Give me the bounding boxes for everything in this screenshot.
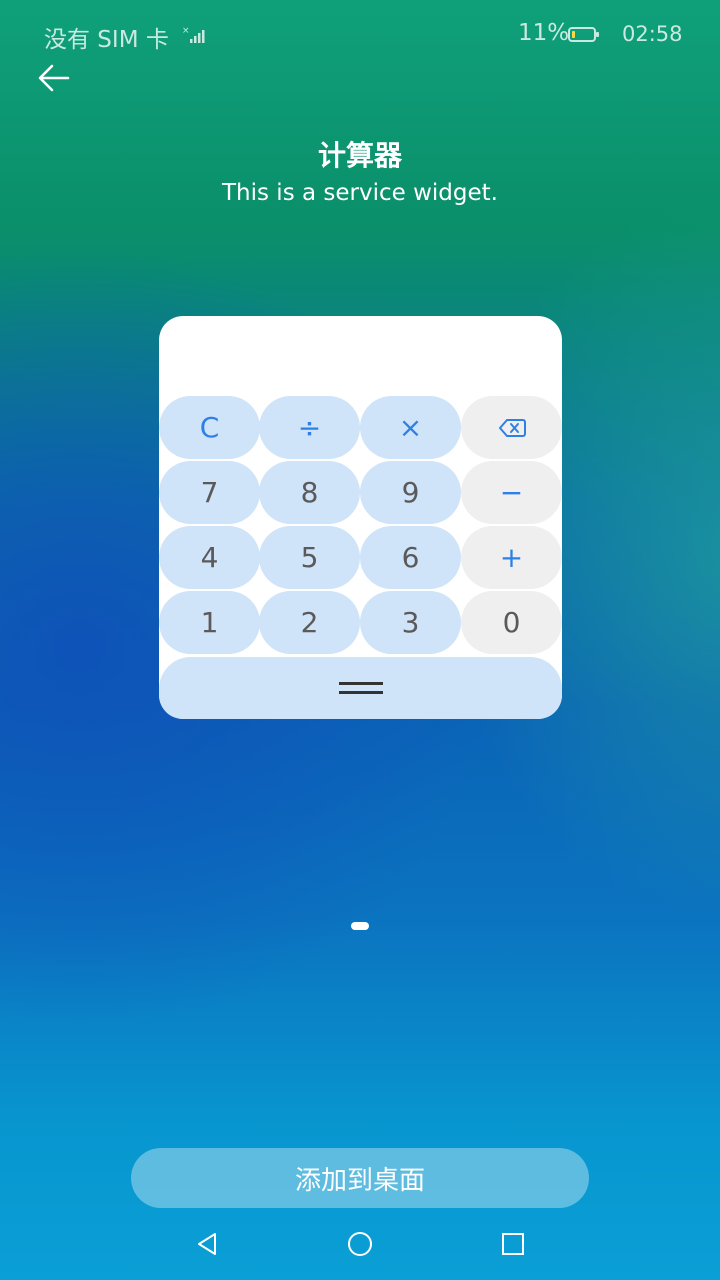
- signal-icon: ×: [182, 26, 205, 43]
- key-clear-button[interactable]: C: [159, 396, 260, 459]
- svg-text:×: ×: [182, 26, 190, 36]
- clock: 02:58: [622, 22, 683, 46]
- key-digit-7-button[interactable]: 7: [159, 461, 260, 524]
- calculator-widget: C ÷ × 7 8 9 − 4 5 6 +1 2 3 0: [159, 316, 562, 719]
- key-label: 9: [401, 476, 420, 509]
- key-label: ÷: [297, 411, 322, 444]
- key-label: 2: [300, 606, 319, 639]
- key-digit-6-button[interactable]: 6: [360, 526, 461, 589]
- calculator-display: [159, 316, 562, 396]
- battery-percent: 11%: [518, 20, 570, 46]
- key-digit-4-button[interactable]: 4: [159, 526, 260, 589]
- key-label: 6: [401, 541, 420, 574]
- key-digit-1-button[interactable]: 1: [159, 591, 260, 654]
- recents-square-icon[interactable]: [497, 1228, 529, 1260]
- page-indicator: [351, 922, 369, 930]
- key-digit-8-button[interactable]: 8: [259, 461, 360, 524]
- key-label: 3: [401, 606, 420, 639]
- key-label: +: [499, 541, 524, 574]
- battery-icon: [568, 27, 599, 42]
- backspace-icon: [498, 418, 526, 437]
- page-subtitle: This is a service widget.: [222, 180, 498, 206]
- back-arrow-icon[interactable]: [36, 60, 72, 96]
- key-label: C: [199, 411, 220, 444]
- key-minus-button[interactable]: −: [461, 461, 562, 524]
- key-label: ×: [398, 411, 423, 444]
- key-label: −: [499, 476, 524, 509]
- back-triangle-icon[interactable]: [191, 1228, 223, 1260]
- equals-button[interactable]: [159, 657, 562, 719]
- equals-icon: [338, 682, 383, 694]
- key-backspace-button[interactable]: [461, 396, 562, 459]
- key-label: 8: [300, 476, 319, 509]
- key-divide-button[interactable]: ÷: [259, 396, 360, 459]
- page-title: 计算器: [317, 139, 402, 172]
- sim-status: 没有 SIM 卡: [44, 27, 169, 53]
- key-digit-3-button[interactable]: 3: [360, 591, 461, 654]
- key-plus-button[interactable]: +: [461, 526, 562, 589]
- key-multiply-button[interactable]: ×: [360, 396, 461, 459]
- key-label: 1: [200, 606, 219, 639]
- key-label: 7: [200, 476, 219, 509]
- key-label: 0: [502, 606, 521, 639]
- status-bar: 没有 SIM 卡 × 11% 02:58: [0, 0, 720, 70]
- key-digit-0-button[interactable]: 0: [461, 591, 562, 654]
- key-digit-5-button[interactable]: 5: [259, 526, 360, 589]
- key-digit-2-button[interactable]: 2: [259, 591, 360, 654]
- key-label: 4: [200, 541, 219, 574]
- key-label: 5: [300, 541, 319, 574]
- key-digit-9-button[interactable]: 9: [360, 461, 461, 524]
- add-to-desktop-button[interactable]: 添加到桌面: [131, 1148, 589, 1208]
- home-circle-icon[interactable]: [344, 1228, 376, 1260]
